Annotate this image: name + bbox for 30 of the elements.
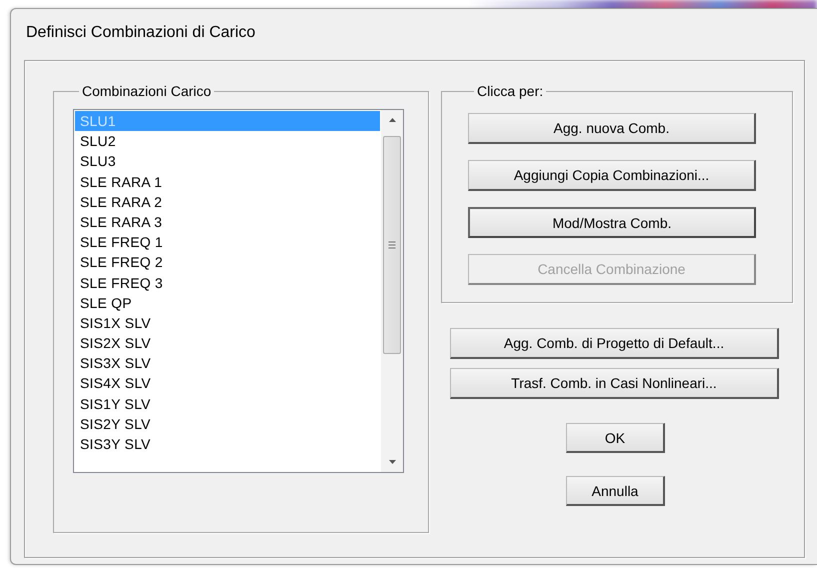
list-item[interactable]: SIS4X SLV (75, 373, 380, 394)
group-title: Combinazioni Carico (81, 83, 212, 99)
list-item[interactable]: SIS2Y SLV (75, 414, 380, 434)
list-item[interactable]: SLE FREQ 3 (75, 272, 380, 293)
list-item[interactable]: SIS3Y SLV (75, 434, 380, 454)
scroll-thumb[interactable] (383, 136, 401, 354)
group-title: Clicca per: (476, 83, 544, 99)
list-item[interactable]: SLE RARA 3 (75, 212, 380, 232)
list-item[interactable]: SLE RARA 2 (75, 192, 380, 212)
dialog-button[interactable]: Aggiungi Copia Combinazioni... (468, 160, 756, 191)
dialog-button[interactable]: Agg. nuova Comb. (468, 113, 756, 144)
list-item[interactable]: SLE RARA 1 (75, 172, 380, 192)
dialog-button[interactable]: Annulla (566, 476, 665, 506)
window-title: Definisci Combinazioni di Carico (25, 23, 256, 43)
dialog-button[interactable]: Agg. Comb. di Progetto di Default... (450, 328, 779, 359)
dialog-button[interactable]: Mod/Mostra Comb. (468, 207, 756, 238)
list-item[interactable]: SLE FREQ 1 (75, 232, 380, 252)
list-item[interactable]: SIS1Y SLV (75, 394, 380, 414)
list-item[interactable]: SLE FREQ 2 (75, 252, 380, 272)
list-item[interactable]: SLU2 (75, 131, 380, 152)
grip-icon (388, 240, 396, 250)
list-item[interactable]: SLU3 (75, 151, 380, 172)
dialog-button[interactable]: Trasf. Comb. in Casi Nonlineari... (450, 368, 779, 399)
scrollbar[interactable] (381, 110, 403, 472)
list-item[interactable]: SIS1X SLV (75, 312, 380, 334)
list-item[interactable]: SIS2X SLV (75, 333, 380, 354)
dialog-button[interactable]: OK (566, 423, 665, 453)
list-item[interactable]: SIS3X SLV (75, 353, 380, 374)
combinations-list[interactable]: SLU1 SLU2 SLU3 SLE RARA 1 SLE RARA 2 SLE RARA 3 SLE FREQ 1 SLE FREQ 2 SLE FREQ 3 SLE QP SIS1X SLV SIS2X SLV SIS3X SLV SIS4X SLV SIS1Y SLV SIS2Y SLV SIS3Y SLV (73, 109, 404, 473)
list-item[interactable]: SLE QP (75, 292, 380, 313)
